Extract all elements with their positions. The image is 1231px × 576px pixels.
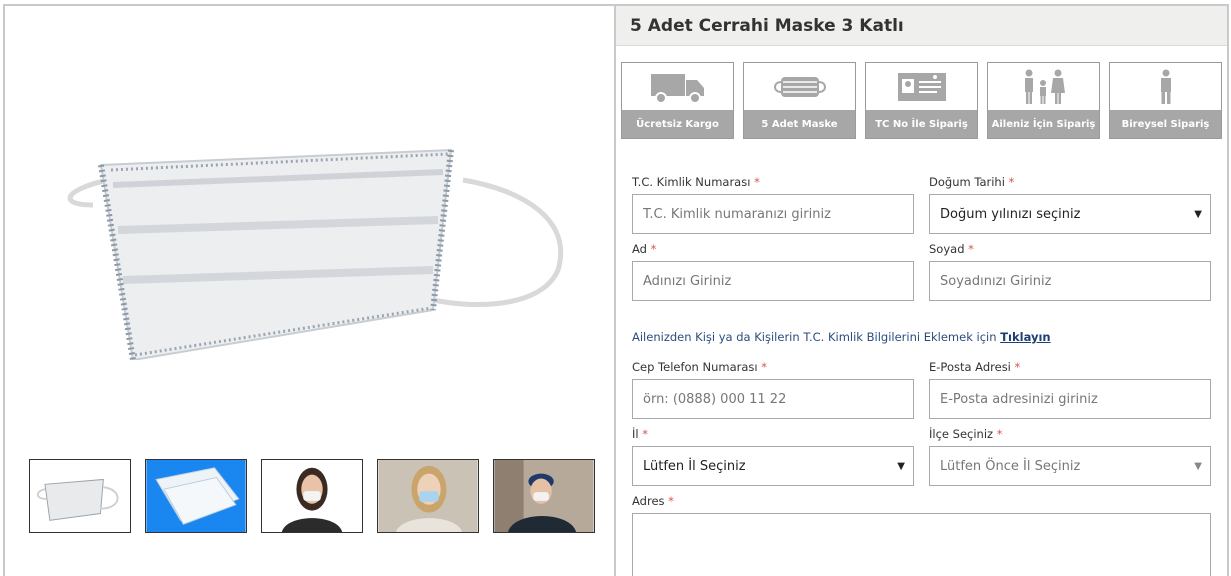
city-select[interactable]: Lütfen İl Seçiniz ▼ bbox=[632, 446, 914, 486]
name-label: Ad * bbox=[632, 242, 656, 256]
thumbnail-man-mask[interactable] bbox=[493, 459, 595, 533]
required-mark: * bbox=[642, 427, 648, 441]
birth-label: Doğum Tarihi * bbox=[929, 175, 1014, 189]
birth-year-select[interactable]: Doğum yılınızı seçiniz ▼ bbox=[929, 194, 1211, 234]
person-icon bbox=[1110, 63, 1221, 111]
family-info-text: Ailenizden Kişi ya da Kişilerin T.C. Kim… bbox=[632, 330, 997, 344]
name-label-text: Ad bbox=[632, 242, 647, 256]
product-title: 5 Adet Cerrahi Maske 3 Katlı bbox=[630, 15, 904, 36]
feature-family-order[interactable]: Aileniz İçin Sipariş bbox=[987, 62, 1100, 139]
email-label-text: E-Posta Adresi bbox=[929, 360, 1011, 374]
family-icon bbox=[988, 63, 1099, 111]
feature-label: Ücretsiz Kargo bbox=[622, 110, 733, 138]
family-info-line: Ailenizden Kişi ya da Kişilerin T.C. Kim… bbox=[632, 330, 1051, 344]
chevron-down-icon: ▼ bbox=[1194, 460, 1202, 472]
required-mark: * bbox=[1014, 360, 1021, 374]
tc-label-text: T.C. Kimlik Numarası bbox=[632, 175, 751, 189]
product-title-bar: 5 Adet Cerrahi Maske 3 Katlı bbox=[616, 6, 1227, 46]
email-field[interactable] bbox=[929, 379, 1211, 419]
id-card-icon bbox=[866, 63, 977, 111]
surname-field[interactable] bbox=[929, 261, 1211, 301]
required-mark: * bbox=[996, 427, 1003, 441]
thumbnail-mask-stack[interactable] bbox=[145, 459, 247, 533]
city-label: İl * bbox=[632, 427, 648, 441]
tc-field[interactable] bbox=[632, 194, 914, 234]
product-gallery bbox=[3, 4, 616, 576]
tc-input[interactable] bbox=[643, 206, 913, 222]
thumbnail-mask[interactable] bbox=[29, 459, 131, 533]
mask-icon bbox=[744, 63, 855, 111]
birth-year-value: Doğum yılınızı seçiniz bbox=[940, 206, 1081, 222]
email-label: E-Posta Adresi * bbox=[929, 360, 1020, 374]
required-mark: * bbox=[968, 242, 974, 256]
feature-tc-order[interactable]: TC No İle Sipariş bbox=[865, 62, 978, 139]
family-info-link[interactable]: Tıklayın bbox=[1000, 330, 1050, 344]
surname-label: Soyad * bbox=[929, 242, 974, 256]
feature-individual-order[interactable]: Bireysel Sipariş bbox=[1109, 62, 1222, 139]
district-label-text: İlçe Seçiniz bbox=[929, 427, 994, 441]
district-label: İlçe Seçiniz * bbox=[929, 427, 1002, 441]
phone-field[interactable] bbox=[632, 379, 914, 419]
feature-label: 5 Adet Maske bbox=[744, 110, 855, 138]
district-select[interactable]: Lütfen Önce İl Seçiniz ▼ bbox=[929, 446, 1211, 486]
feature-5-masks[interactable]: 5 Adet Maske bbox=[743, 62, 856, 139]
required-mark: * bbox=[754, 175, 760, 189]
address-label: Adres * bbox=[632, 494, 674, 508]
name-field[interactable] bbox=[632, 261, 914, 301]
feature-label: Bireysel Sipariş bbox=[1110, 110, 1221, 138]
feature-label: TC No İle Sipariş bbox=[866, 110, 977, 138]
feature-free-shipping[interactable]: Ücretsiz Kargo bbox=[621, 62, 734, 139]
order-panel: 5 Adet Cerrahi Maske 3 Katlı Ücretsiz Ka… bbox=[616, 4, 1229, 576]
tc-label: T.C. Kimlik Numarası * bbox=[632, 175, 760, 189]
chevron-down-icon: ▼ bbox=[1194, 208, 1202, 220]
birth-label-text: Doğum Tarihi bbox=[929, 175, 1005, 189]
feature-tiles: Ücretsiz Kargo 5 Adet Maske TC No İle Si… bbox=[621, 62, 1222, 139]
main-product-image bbox=[53, 110, 573, 362]
thumbnail-woman-blue-mask[interactable] bbox=[377, 459, 479, 533]
address-label-text: Adres bbox=[632, 494, 665, 508]
feature-label: Aileniz İçin Sipariş bbox=[988, 110, 1099, 138]
chevron-down-icon: ▼ bbox=[897, 460, 905, 472]
district-value: Lütfen Önce İl Seçiniz bbox=[940, 458, 1081, 474]
page: 5 Adet Cerrahi Maske 3 Katlı Ücretsiz Ka… bbox=[0, 0, 1231, 576]
surname-label-text: Soyad bbox=[929, 242, 965, 256]
name-input[interactable] bbox=[643, 273, 913, 289]
address-textarea[interactable] bbox=[632, 513, 1211, 576]
required-mark: * bbox=[650, 242, 657, 256]
phone-input[interactable] bbox=[643, 391, 913, 407]
city-label-text: İl bbox=[632, 427, 639, 441]
surname-input[interactable] bbox=[940, 273, 1210, 289]
thumbnail-woman-mask[interactable] bbox=[261, 459, 363, 533]
required-mark: * bbox=[668, 494, 674, 508]
city-value: Lütfen İl Seçiniz bbox=[643, 458, 746, 474]
email-input[interactable] bbox=[940, 391, 1210, 407]
thumbnail-strip bbox=[29, 459, 595, 533]
truck-icon bbox=[622, 63, 733, 111]
required-mark: * bbox=[1008, 175, 1015, 189]
required-mark: * bbox=[761, 360, 768, 374]
phone-label-text: Cep Telefon Numarası bbox=[632, 360, 758, 374]
phone-label: Cep Telefon Numarası * bbox=[632, 360, 767, 374]
